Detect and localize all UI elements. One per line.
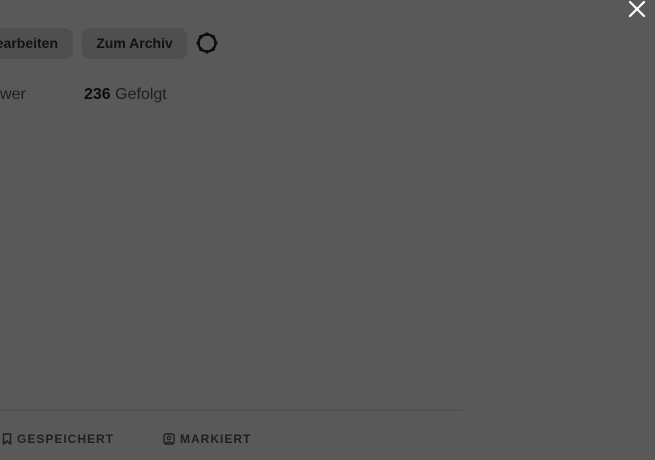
close-icon[interactable] <box>628 0 646 18</box>
edit-profile-button-label: earbeiten <box>0 35 58 51</box>
tab-saved-label: GESPEICHERT <box>17 432 115 446</box>
followers-stat[interactable]: llower <box>0 86 26 104</box>
followers-label: llower <box>0 86 26 103</box>
tagged-user-icon <box>163 433 175 445</box>
archive-button[interactable]: Zum Archiv <box>82 28 187 59</box>
tabs-divider <box>0 410 463 411</box>
archive-button-label: Zum Archiv <box>96 35 173 51</box>
following-label: Gefolgt <box>115 86 167 103</box>
bookmark-icon <box>2 433 12 445</box>
tab-tagged-label: MARKIERT <box>180 432 252 446</box>
profile-page-overlay: earbeiten Zum Archiv llower 236 Gefolgt … <box>0 0 655 460</box>
gear-icon[interactable] <box>195 31 219 55</box>
following-stat[interactable]: 236 Gefolgt <box>84 86 167 104</box>
edit-profile-button[interactable]: earbeiten <box>0 28 73 59</box>
tab-saved[interactable]: GESPEICHERT <box>2 432 114 446</box>
following-count: 236 <box>84 86 111 103</box>
tab-tagged[interactable]: MARKIERT <box>163 432 251 446</box>
